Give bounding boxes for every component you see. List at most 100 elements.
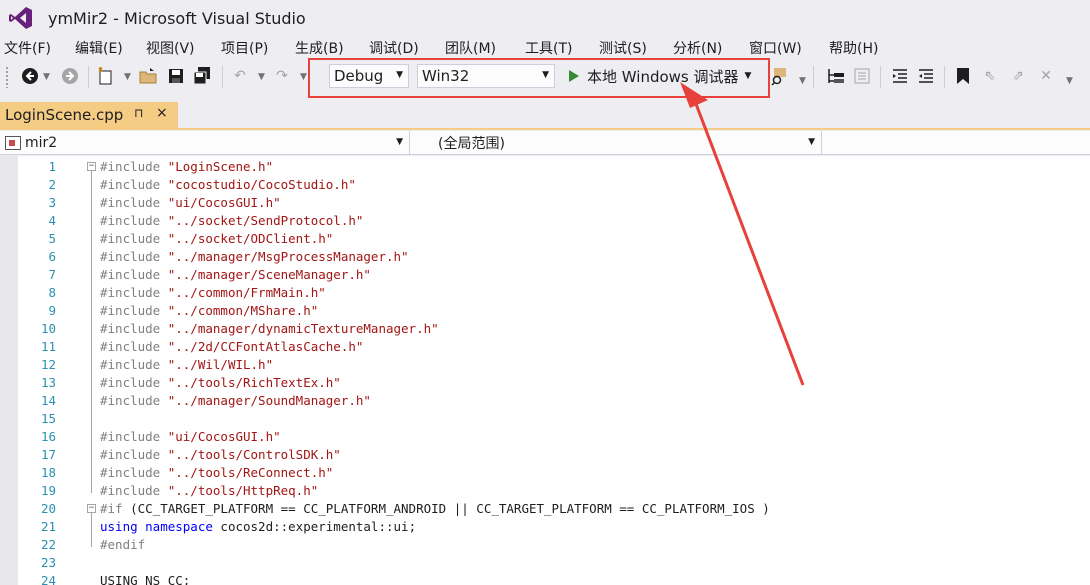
code-line[interactable]: 3 #include "ui/CocosGUI.h" — [0, 194, 1090, 212]
new-project-icon[interactable] — [96, 66, 116, 86]
menu-help[interactable]: 帮助(H) — [829, 38, 878, 58]
menu-bar: 文件(F) 编辑(E) 视图(V) 项目(P) 生成(B) 调试(D) 团队(M… — [0, 36, 1090, 60]
code-token: #include — [100, 177, 168, 192]
close-icon[interactable]: × — [156, 105, 168, 121]
code-token: #include — [100, 249, 168, 264]
line-number: 7 — [48, 267, 56, 282]
code-line[interactable]: 17 #include "../tools/ControlSDK.h" — [0, 446, 1090, 464]
code-token: USING_NS_CC; — [100, 573, 191, 585]
project-name: mir2 — [25, 135, 58, 151]
solution-explorer-icon[interactable] — [826, 66, 846, 86]
menu-test[interactable]: 测试(S) — [599, 38, 647, 58]
code-line[interactable]: 7 #include "../manager/SceneManager.h" — [0, 266, 1090, 284]
clear-bookmarks-icon[interactable]: ✕ — [1036, 66, 1056, 86]
tab-loginscene-cpp[interactable]: LoginScene.cpp ⊓ × — [0, 102, 178, 128]
find-in-files-icon[interactable] — [770, 66, 790, 86]
code-line[interactable]: 22 #endif — [0, 536, 1090, 554]
code-line[interactable]: 9 #include "../common/MShare.h" — [0, 302, 1090, 320]
code-line[interactable]: 19 #include "../tools/HttpReq.h" — [0, 482, 1090, 500]
undo-icon[interactable]: ↶ — [230, 66, 250, 86]
code-token: "LoginScene.h" — [167, 159, 274, 174]
code-line[interactable]: 8 #include "../common/FrmMain.h" — [0, 284, 1090, 302]
code-line[interactable]: 24 USING_NS_CC; — [0, 572, 1090, 585]
code-text: #include "../manager/MsgProcessManager.h… — [100, 248, 409, 266]
code-text: #include "../socket/ODClient.h" — [100, 230, 333, 248]
code-token: "../manager/MsgProcessManager.h" — [167, 249, 409, 264]
line-number: 5 — [48, 231, 56, 246]
toolbar-overflow-caret[interactable]: ▼ — [799, 76, 806, 86]
code-token: "../socket/ODClient.h" — [167, 231, 334, 246]
open-folder-icon[interactable] — [138, 66, 158, 86]
code-line[interactable]: 12 #include "../Wil/WIL.h" — [0, 356, 1090, 374]
line-number: 3 — [48, 195, 56, 210]
code-text: USING_NS_CC; — [100, 572, 190, 585]
collapse-icon[interactable]: − — [87, 504, 96, 513]
code-line[interactable]: 15 — [0, 410, 1090, 428]
line-number: 8 — [48, 285, 56, 300]
toggle-bookmark-icon[interactable] — [953, 66, 973, 86]
code-line[interactable]: 21 using namespace cocos2d::experimental:… — [0, 518, 1090, 536]
redo-icon[interactable]: ↷ — [272, 66, 292, 86]
menu-window[interactable]: 窗口(W) — [749, 38, 802, 58]
toolbar-overflow-caret[interactable]: ▼ — [1066, 76, 1073, 86]
previous-bookmark-icon[interactable]: ⇖ — [980, 66, 1000, 86]
save-icon[interactable] — [166, 66, 186, 86]
code-token: #include — [100, 447, 168, 462]
code-line[interactable]: 14 #include "../manager/SoundManager.h" — [0, 392, 1090, 410]
class-view-icon[interactable] — [852, 66, 872, 86]
menu-debug[interactable]: 调试(D) — [369, 38, 419, 58]
menu-view[interactable]: 视图(V) — [146, 38, 195, 58]
menu-edit[interactable]: 编辑(E) — [75, 38, 123, 58]
code-text: #include "../manager/SoundManager.h" — [100, 392, 371, 410]
redo-dropdown-caret[interactable]: ▼ — [300, 72, 307, 82]
collapse-icon[interactable]: − — [87, 162, 96, 171]
line-number: 19 — [40, 483, 56, 498]
code-line[interactable]: 11 #include "../2d/CCFontAtlasCache.h" — [0, 338, 1090, 356]
code-line[interactable]: 23 — [0, 554, 1090, 572]
navigate-forward-icon[interactable] — [60, 66, 80, 86]
code-text: #endif — [100, 536, 145, 554]
code-line[interactable]: 16 #include "ui/CocosGUI.h" — [0, 428, 1090, 446]
code-line[interactable]: 2 #include "cocostudio/CocoStudio.h" — [0, 176, 1090, 194]
new-dropdown-caret[interactable]: ▼ — [124, 72, 131, 82]
pin-icon[interactable]: ⊓ — [134, 106, 143, 120]
code-editor[interactable]: 1− #include "LoginScene.h" 2 #include "coco… — [0, 156, 1090, 585]
code-token: #include — [100, 267, 168, 282]
code-token: "../2d/CCFontAtlasCache.h" — [167, 339, 364, 354]
member-dropdown[interactable] — [822, 131, 1090, 155]
project-dropdown[interactable]: mir2 ▼ — [0, 131, 410, 155]
menu-team[interactable]: 团队(M) — [445, 38, 496, 58]
increase-indent-icon[interactable] — [916, 66, 936, 86]
code-line[interactable]: 18 #include "../tools/ReConnect.h" — [0, 464, 1090, 482]
menu-build[interactable]: 生成(B) — [295, 38, 344, 58]
code-line[interactable]: 6 #include "../manager/MsgProcessManager.… — [0, 248, 1090, 266]
code-line[interactable]: 20 − #if (CC_TARGET_PLATFORM == CC_PLATFOR… — [0, 500, 1090, 518]
code-line[interactable]: 13 #include "../tools/RichTextEx.h" — [0, 374, 1090, 392]
code-line[interactable]: 4 #include "../socket/SendProtocol.h" — [0, 212, 1090, 230]
decrease-indent-icon[interactable] — [890, 66, 910, 86]
code-line[interactable]: 10 #include "../manager/dynamicTextureMan… — [0, 320, 1090, 338]
code-line[interactable]: 5 #include "../socket/ODClient.h" — [0, 230, 1090, 248]
next-bookmark-icon[interactable]: ⇗ — [1008, 66, 1028, 86]
project-icon — [5, 136, 21, 150]
code-token: "../manager/dynamicTextureManager.h" — [167, 321, 439, 336]
save-all-icon[interactable] — [192, 66, 212, 86]
code-token: #include — [100, 159, 168, 174]
menu-analyze[interactable]: 分析(N) — [673, 38, 722, 58]
navigate-back-icon[interactable] — [20, 66, 40, 86]
chevron-down-icon: ▼ — [396, 137, 403, 147]
code-token: #include — [100, 195, 168, 210]
code-token: cocos2d::experimental::ui; — [220, 519, 417, 534]
code-token: #include — [100, 375, 168, 390]
code-line[interactable]: 1 − #include "LoginScene.h" — [0, 158, 1090, 176]
code-token: "../tools/HttpReq.h" — [167, 483, 319, 498]
menu-tools[interactable]: 工具(T) — [525, 38, 572, 58]
toolbar-grip[interactable] — [5, 66, 9, 88]
code-token: #include — [100, 321, 168, 336]
scope-dropdown[interactable]: (全局范围) ▼ — [410, 131, 822, 155]
menu-file[interactable]: 文件(F) — [4, 38, 51, 58]
code-text: #include "../Wil/WIL.h" — [100, 356, 273, 374]
undo-dropdown-caret[interactable]: ▼ — [258, 72, 265, 82]
back-dropdown-caret[interactable]: ▼ — [43, 72, 50, 82]
menu-project[interactable]: 项目(P) — [221, 38, 268, 58]
